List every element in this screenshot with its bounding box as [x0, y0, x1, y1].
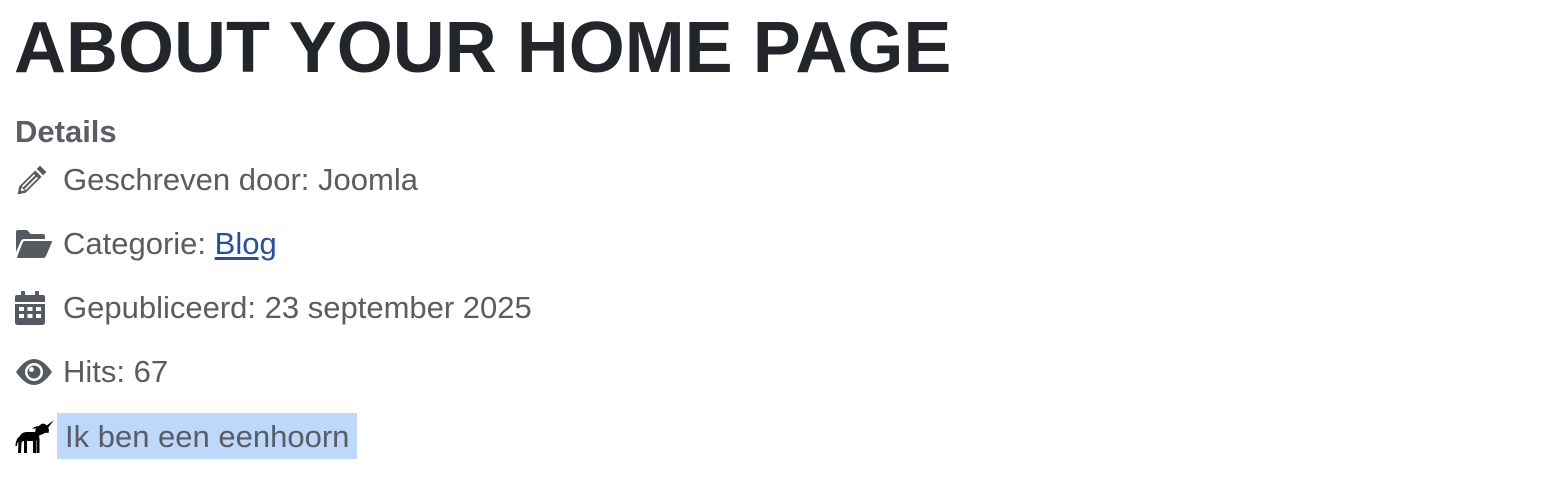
details-heading: Details — [15, 114, 117, 149]
custom-field-row: Ik ben een eenhoorn — [15, 412, 358, 460]
author-name: Joomla — [318, 162, 418, 197]
hits-row: Hits: 67 — [15, 348, 168, 396]
hits-count: 67 — [133, 354, 169, 389]
pencil-icon — [15, 160, 53, 200]
published-row: Gepubliceerd: 23 september 2025 — [15, 284, 532, 332]
category-link-blog[interactable]: Blog — [215, 226, 277, 262]
category-row: Categorie: Blog — [15, 220, 277, 268]
folder-open-icon — [15, 224, 53, 264]
published-date: 23 september 2025 — [264, 290, 532, 325]
unicorn-icon — [15, 416, 55, 456]
custom-field-value: Ik ben een eenhoorn — [57, 413, 358, 459]
hits-label: Hits: — [63, 354, 125, 389]
page-title: ABOUT YOUR HOME PAGE — [14, 8, 952, 88]
eye-icon — [15, 352, 53, 392]
author-label: Geschreven door: — [63, 162, 310, 197]
author-row: Geschreven door: Joomla — [15, 156, 418, 204]
category-label: Categorie: — [63, 226, 207, 261]
calendar-icon — [15, 288, 53, 328]
published-label: Gepubliceerd: — [63, 290, 257, 325]
